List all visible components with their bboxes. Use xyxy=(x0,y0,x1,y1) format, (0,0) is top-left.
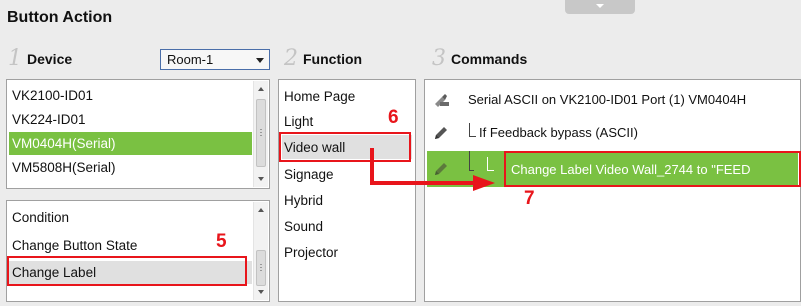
tree-connector xyxy=(487,157,494,171)
scroll-up-icon[interactable] xyxy=(258,87,264,91)
function-item[interactable]: Sound xyxy=(282,214,412,238)
action-list-scrollbar[interactable] xyxy=(253,202,268,300)
scroll-down-icon[interactable] xyxy=(258,290,264,294)
action-list[interactable]: Condition Change Button State Change Lab… xyxy=(6,200,270,302)
page-title: Button Action xyxy=(7,9,113,26)
callout-number: 7 xyxy=(524,188,535,209)
function-item[interactable]: Signage xyxy=(282,162,412,186)
device-item-selected[interactable]: VM0404H(Serial) xyxy=(9,132,252,155)
tree-connector xyxy=(469,123,476,137)
command-text: Change Label Video Wall_2744 to "FEED xyxy=(511,161,751,177)
scroll-thumb[interactable] xyxy=(256,99,266,167)
command-row-selected[interactable]: Change Label Video Wall_2744 to "FEED xyxy=(427,151,798,187)
scroll-down-icon[interactable] xyxy=(258,177,264,181)
chevron-down-icon xyxy=(256,58,264,63)
device-item[interactable]: VM5808H(Serial) xyxy=(9,156,252,179)
callout-number: 6 xyxy=(388,107,399,128)
command-row[interactable]: Serial ASCII on VK2100-ID01 Port (1) VM0… xyxy=(427,86,798,113)
function-column-header: 2 Function xyxy=(284,46,363,71)
step-number: 2 xyxy=(284,46,298,71)
room-dropdown-value: Room-1 xyxy=(167,52,214,67)
device-header-label: Device xyxy=(27,51,73,67)
pencil-icon xyxy=(435,163,447,175)
function-header-label: Function xyxy=(303,51,363,67)
callout-number: 5 xyxy=(216,231,227,252)
commands-column-header: 3 Commands xyxy=(432,46,528,71)
step-number: 3 xyxy=(432,46,446,71)
device-item[interactable]: VK2100-ID01 xyxy=(9,84,252,107)
function-item[interactable]: Hybrid xyxy=(282,188,412,212)
commands-header-label: Commands xyxy=(451,51,528,67)
room-dropdown[interactable]: Room-1 xyxy=(160,49,270,70)
step-number: 1 xyxy=(8,46,22,71)
device-list[interactable]: VK2100-ID01 VK224-ID01 VM0404H(Serial) V… xyxy=(6,79,270,189)
action-item-selected[interactable]: Change Label xyxy=(9,261,252,284)
serial-command-icon xyxy=(435,94,449,107)
commands-list[interactable]: Serial ASCII on VK2100-ID01 Port (1) VM0… xyxy=(424,79,801,302)
scroll-thumb[interactable] xyxy=(256,250,266,286)
function-item[interactable]: Home Page xyxy=(282,84,412,108)
command-row[interactable]: If Feedback bypass (ASCII) xyxy=(427,119,798,146)
action-item[interactable]: Condition xyxy=(9,206,252,229)
tree-connector xyxy=(469,151,474,171)
command-text: Serial ASCII on VK2100-ID01 Port (1) VM0… xyxy=(468,92,747,107)
device-column-header: 1 Device xyxy=(8,46,73,71)
pencil-icon xyxy=(435,127,447,139)
function-item-selected[interactable]: Video wall xyxy=(282,135,412,159)
device-list-scrollbar[interactable] xyxy=(253,81,268,187)
command-text: If Feedback bypass (ASCII) xyxy=(479,125,638,140)
device-item[interactable]: VK224-ID01 xyxy=(9,108,252,131)
collapse-handle[interactable] xyxy=(565,0,635,14)
scroll-up-icon[interactable] xyxy=(258,208,264,212)
function-item[interactable]: Projector xyxy=(282,240,412,264)
